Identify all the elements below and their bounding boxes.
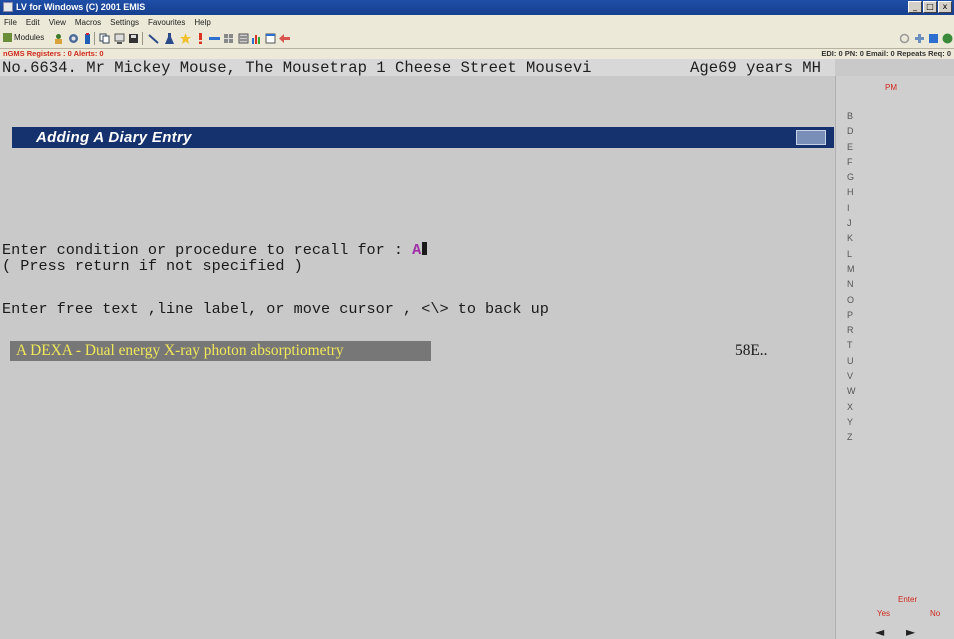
letter-key[interactable]: Y: [847, 415, 861, 430]
modules-icon: [3, 33, 12, 42]
panel-label: PM: [885, 83, 897, 92]
menu-help[interactable]: Help: [194, 18, 210, 27]
letter-key[interactable]: N: [847, 277, 861, 292]
book-icon[interactable]: [928, 33, 939, 44]
status-bar: nGMS Registers : 0 Alerts: 0 EDI: 0 PN: …: [0, 49, 954, 59]
bottle-icon[interactable]: [82, 33, 93, 44]
bar-icon[interactable]: [209, 33, 220, 44]
menu-macros[interactable]: Macros: [75, 18, 101, 27]
alert-icon[interactable]: [195, 33, 206, 44]
circle-icon[interactable]: [899, 33, 910, 44]
letter-key[interactable]: G: [847, 170, 861, 185]
chart-icon[interactable]: [251, 33, 262, 44]
modules-button[interactable]: Modules: [3, 33, 44, 42]
screen-header: Adding A Diary Entry: [12, 127, 834, 148]
info-icon[interactable]: [942, 33, 953, 44]
read-code: 58E..: [735, 342, 768, 359]
patient-banner: No.6634. Mr Mickey Mouse, The Mousetrap …: [0, 59, 835, 76]
letter-key[interactable]: B: [847, 109, 861, 124]
plus-icon[interactable]: [914, 33, 925, 44]
letter-key[interactable]: H: [847, 185, 861, 200]
menu-settings[interactable]: Settings: [110, 18, 139, 27]
recall-input-value[interactable]: A: [412, 241, 421, 259]
instruction-text: Enter free text ,line label, or move cur…: [2, 300, 549, 318]
menu-edit[interactable]: Edit: [26, 18, 40, 27]
letter-key[interactable]: V: [847, 369, 861, 384]
letter-key[interactable]: Z: [847, 430, 861, 445]
letter-key[interactable]: K: [847, 231, 861, 246]
window-icon[interactable]: [265, 33, 276, 44]
terminal-area: Enter condition or procedure to recall f…: [0, 148, 835, 639]
patient-details: No.6634. Mr Mickey Mouse, The Mousetrap …: [2, 59, 592, 77]
list-icon[interactable]: [238, 33, 249, 44]
letter-panel: PM B D E F G H I J K L M N O P R T U V W…: [835, 76, 954, 639]
window-controls: _ □ x: [908, 1, 952, 13]
letter-key[interactable]: L: [847, 247, 861, 262]
screen-title: Adding A Diary Entry: [36, 129, 192, 146]
menu-favourites[interactable]: Favourites: [148, 18, 185, 27]
letter-key[interactable]: R: [847, 323, 861, 338]
maximize-button[interactable]: □: [923, 1, 937, 13]
result-description: A DEXA - Dual energy X-ray photon absorp…: [16, 342, 344, 359]
screen-icon[interactable]: [114, 33, 125, 44]
keyboard-icon[interactable]: [796, 130, 826, 145]
recall-prompt: Enter condition or procedure to recall f…: [2, 241, 428, 259]
no-button[interactable]: No: [930, 609, 940, 618]
selected-result-row[interactable]: A DEXA - Dual energy X-ray photon absorp…: [10, 341, 431, 361]
prompt-hint: ( Press return if not specified ): [2, 257, 303, 275]
yes-button[interactable]: Yes: [877, 609, 890, 618]
menu-file[interactable]: File: [4, 18, 17, 27]
letter-list: B D E F G H I J K L M N O P R T U V W X …: [847, 109, 861, 446]
letter-key[interactable]: M: [847, 262, 861, 277]
letter-key[interactable]: J: [847, 216, 861, 231]
letter-key[interactable]: W: [847, 384, 861, 399]
title-bar: LV for Windows (C) 2001 EMIS _ □ x: [0, 0, 954, 15]
letter-key[interactable]: X: [847, 400, 861, 415]
group-icon[interactable]: [68, 33, 79, 44]
arrow-keys-icon[interactable]: ◄ ► ▲ ▼: [875, 625, 954, 639]
grid-icon[interactable]: [223, 33, 234, 44]
save-icon[interactable]: [128, 33, 139, 44]
messages-status[interactable]: EDI: 0 PN: 0 Email: 0 Repeats Req: 0: [821, 49, 951, 59]
text-cursor: [422, 242, 428, 255]
letter-key[interactable]: O: [847, 293, 861, 308]
emis-window: LV for Windows (C) 2001 EMIS _ □ x File …: [0, 0, 954, 639]
menu-bar: File Edit View Macros Settings Favourite…: [0, 15, 954, 29]
letter-key[interactable]: F: [847, 155, 861, 170]
window-title: LV for Windows (C) 2001 EMIS: [16, 2, 146, 12]
menu-view[interactable]: View: [49, 18, 66, 27]
letter-key[interactable]: P: [847, 308, 861, 323]
toolbar: Modules: [0, 29, 954, 49]
toolbar-separator: [94, 32, 95, 45]
enter-label[interactable]: Enter: [898, 595, 917, 604]
letter-key[interactable]: D: [847, 124, 861, 139]
letter-key[interactable]: T: [847, 338, 861, 353]
app-icon: [3, 2, 13, 12]
letter-key[interactable]: U: [847, 354, 861, 369]
letter-key[interactable]: E: [847, 140, 861, 155]
toolbar-separator: [142, 32, 143, 45]
close-button[interactable]: x: [938, 1, 952, 13]
minimize-button[interactable]: _: [908, 1, 922, 13]
flask-icon[interactable]: [164, 33, 175, 44]
registers-alerts-status[interactable]: nGMS Registers : 0 Alerts: 0: [3, 49, 104, 59]
star-icon[interactable]: [180, 33, 191, 44]
patient-age: Age69 years MH: [690, 59, 822, 77]
patient-icon[interactable]: [53, 33, 64, 44]
copy-icon[interactable]: [99, 33, 110, 44]
pen-icon[interactable]: [148, 33, 159, 44]
back-arrow-icon[interactable]: [279, 33, 290, 44]
letter-key[interactable]: I: [847, 201, 861, 216]
modules-label: Modules: [14, 33, 45, 42]
